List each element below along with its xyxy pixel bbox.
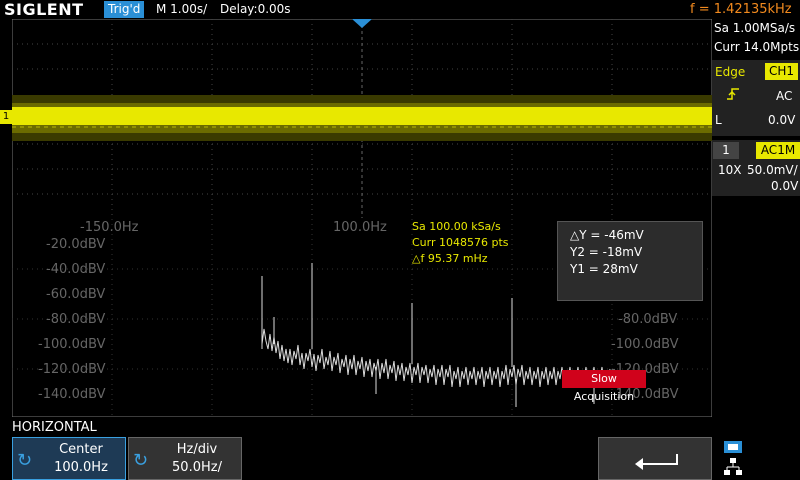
fft-delta-f: △f 95.37 mHz [412, 252, 488, 265]
ch1-probe: 10X [718, 163, 742, 177]
cursor-y1: Y1 = 28mV [570, 262, 638, 276]
trigger-position-marker[interactable] [352, 19, 372, 29]
fft-points: Curr 1048576 pts [412, 236, 509, 249]
knob-icon: ↻ [133, 450, 149, 471]
fft-freq-label-left: -150.0Hz [80, 220, 139, 235]
ch1-marker[interactable]: 1 [0, 110, 12, 124]
brand-logo: SIGLENT [4, 0, 84, 19]
trigger-panel[interactable]: Edge CH1 AC L 0.0V [712, 60, 800, 136]
trigger-status-badge[interactable]: Trig'd [104, 1, 145, 18]
delay-readout[interactable]: Delay:0.00s [220, 0, 291, 19]
hz-div-value: 50.0Hz/ [172, 460, 222, 475]
ch1-trace [12, 107, 712, 125]
trigger-coupling: AC [776, 89, 793, 103]
memory-depth-readout: Curr 14.0Mpts [714, 40, 800, 54]
fft-sample-rate: Sa 100.00 kSa/s [412, 220, 501, 233]
fft-db-label-right: -100.0dBV [611, 337, 679, 352]
usb-icon [724, 441, 742, 453]
fft-db-label: -100.0dBV [38, 337, 106, 352]
ch1-number-badge[interactable]: 1 [713, 142, 739, 159]
fft-db-label: -40.0dBV [46, 262, 106, 277]
return-arrow-icon [635, 454, 678, 470]
cursor-readout-panel: △Y = -46mV Y2 = -18mV Y1 = 28mV [557, 221, 703, 301]
hz-div-softkey[interactable]: ↻ Hz/div 50.0Hz/ [128, 437, 242, 480]
center-value: 100.0Hz [54, 460, 108, 475]
trigger-level-label: L [715, 113, 722, 127]
cursor-delta-y: △Y = -46mV [570, 228, 644, 242]
fft-db-label: -80.0dBV [46, 312, 106, 327]
rising-edge-icon [727, 88, 739, 100]
trigger-type: Edge [715, 65, 746, 79]
ch1-coupling-badge[interactable]: AC1M [756, 142, 800, 159]
ch1-scale: 50.0mV/ [747, 163, 798, 177]
return-button[interactable] [598, 437, 712, 480]
menu-section-title: HORIZONTAL [12, 420, 97, 435]
slow-acquisition-badge: Slow Acquisition [562, 370, 646, 403]
center-label: Center [59, 442, 103, 457]
fft-freq-label-center: 100.0Hz [333, 220, 387, 235]
channel1-panel[interactable]: 1 AC1M 10X 50.0mV/ 0.0V [712, 140, 800, 196]
trigger-source-badge[interactable]: CH1 [765, 63, 798, 80]
fft-db-label: -140.0dBV [38, 387, 106, 402]
hz-div-label: Hz/div [176, 442, 218, 457]
trigger-level-value: 0.0V [768, 113, 796, 127]
frequency-counter: f = 1.42135kHz [690, 2, 792, 17]
fft-db-label-right: -80.0dBV [618, 312, 678, 327]
waveform-grid[interactable] [12, 19, 712, 417]
knob-icon: ↻ [17, 450, 33, 471]
fft-db-label: -120.0dBV [38, 362, 106, 377]
center-softkey[interactable]: ↻ Center 100.0Hz [12, 437, 126, 480]
network-icon [724, 458, 742, 475]
timebase-readout[interactable]: M 1.00s/ [156, 0, 207, 19]
fft-db-label: -60.0dBV [46, 287, 106, 302]
sample-rate-readout: Sa 1.00MSa/s [714, 21, 796, 35]
cursor-y2: Y2 = -18mV [570, 245, 643, 259]
fft-db-label: -20.0dBV [46, 237, 106, 252]
ch1-offset: 0.0V [771, 179, 799, 193]
